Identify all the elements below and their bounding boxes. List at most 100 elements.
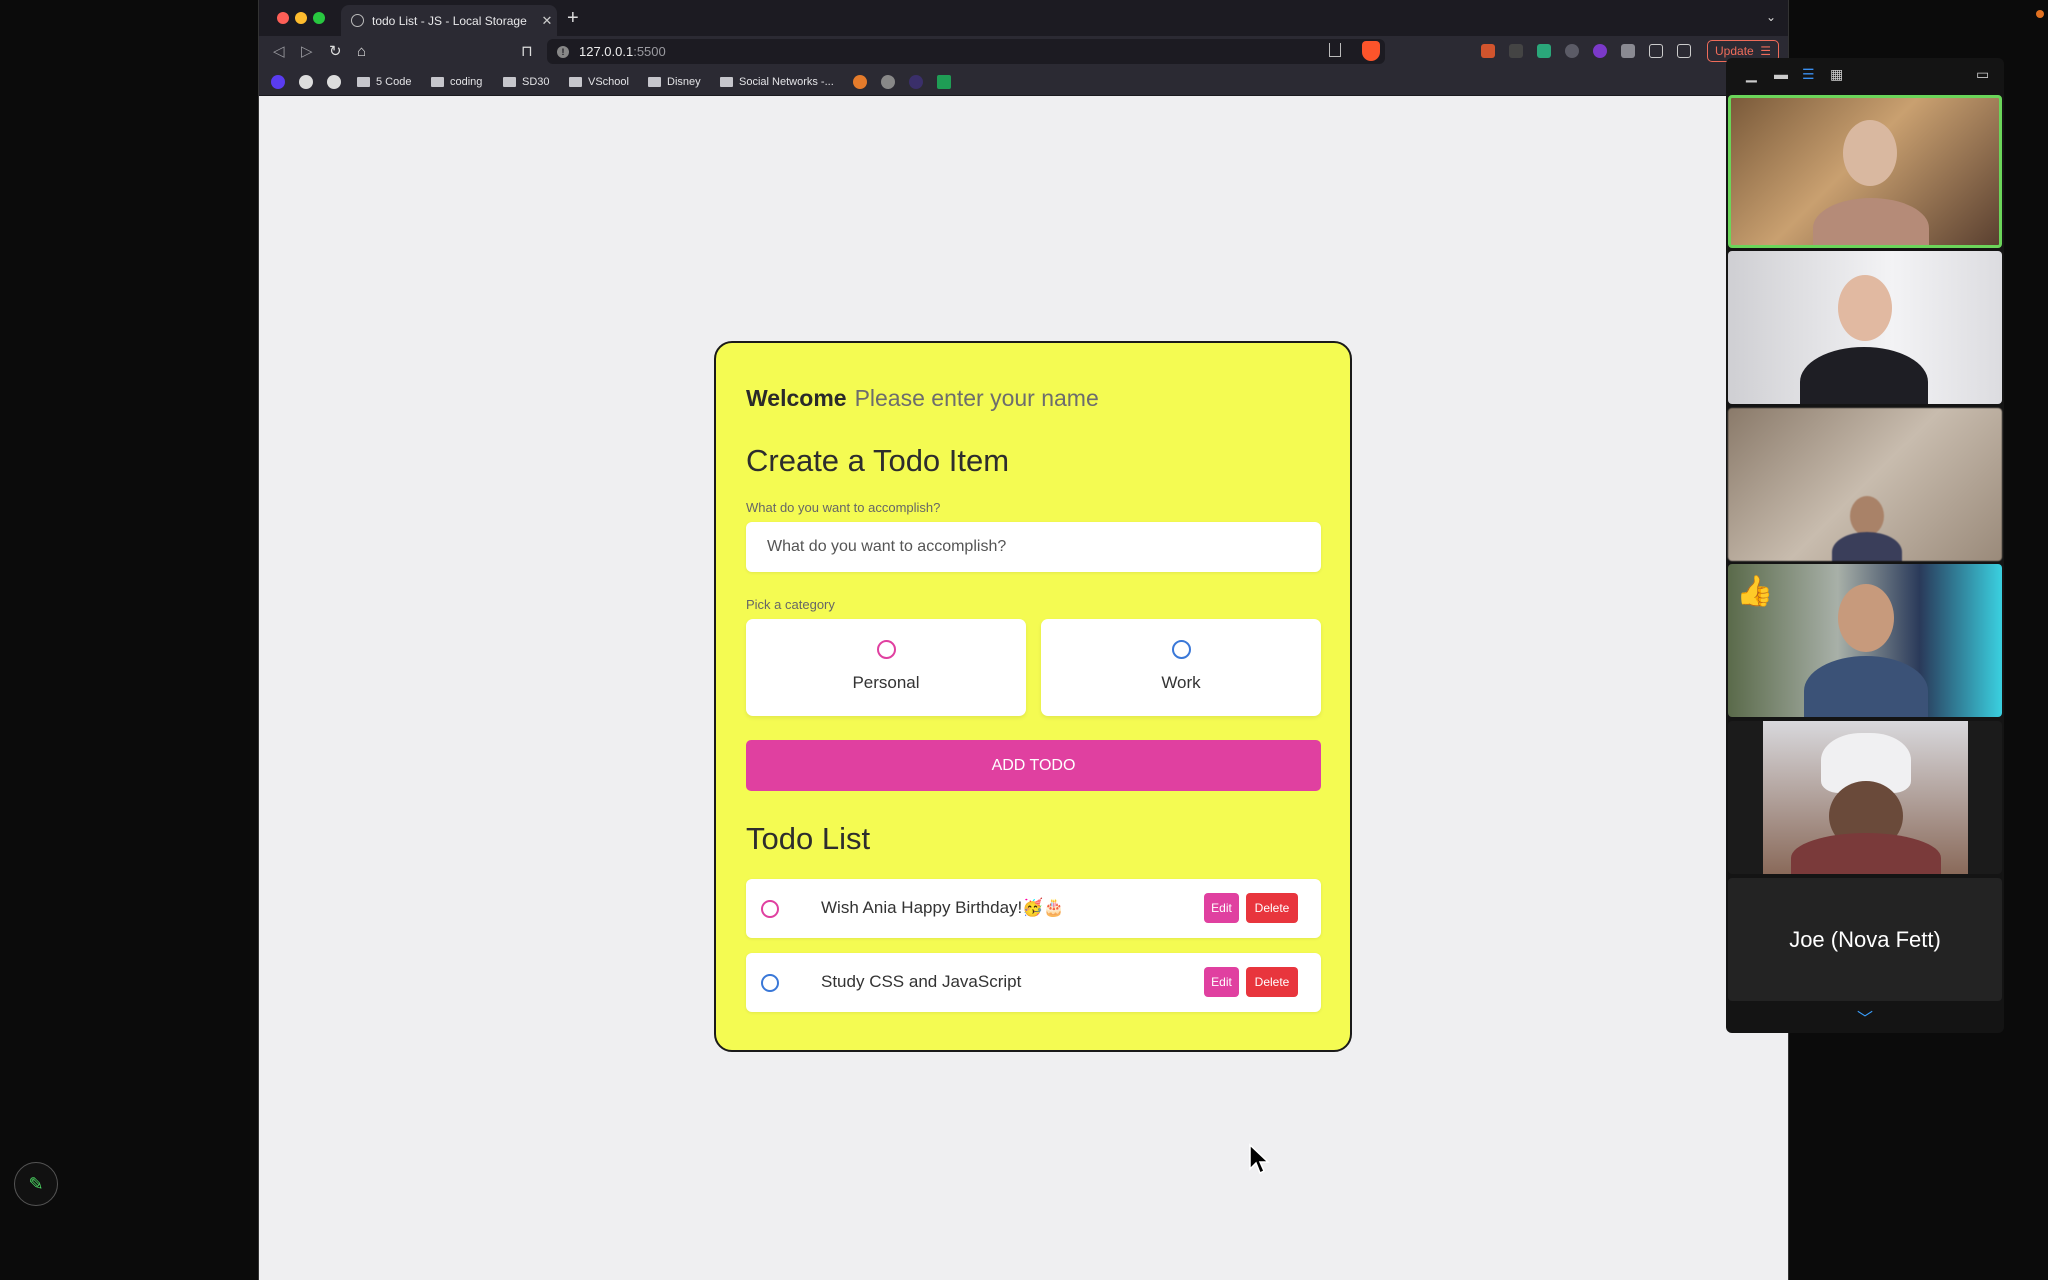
speaker-view-icon[interactable]: ▬ — [1774, 67, 1788, 81]
radio-work[interactable] — [1171, 640, 1191, 659]
pen-icon[interactable]: ✎ — [14, 1162, 58, 1206]
delete-button[interactable]: Delete — [1246, 967, 1298, 997]
participant-body — [1832, 532, 1902, 561]
todo-checkbox[interactable] — [761, 900, 779, 918]
category-personal-label: Personal — [852, 673, 920, 692]
back-icon[interactable]: ◁ — [273, 42, 285, 62]
todo-card: Welcome Create a Todo Item What do you w… — [714, 341, 1352, 1052]
participant-video[interactable] — [1728, 721, 2002, 874]
participant-video-speaker[interactable] — [1728, 95, 2002, 248]
bookmark-favicon[interactable] — [271, 75, 285, 89]
category-personal[interactable]: Personal — [746, 619, 1026, 716]
category-work[interactable]: Work — [1041, 619, 1321, 716]
participant-name: Joe (Nova Fett) — [1789, 926, 1941, 952]
share-icon[interactable] — [1329, 43, 1341, 57]
extension-icon[interactable] — [1565, 44, 1579, 58]
chevron-down-icon[interactable]: ﹀ — [1857, 1005, 1873, 1029]
bookmarks-bar: 5 Code coding SD30 VSchool Disney Social… — [259, 68, 1788, 96]
menu-icon: ☰ — [1760, 44, 1771, 58]
extension-icon[interactable] — [1509, 44, 1523, 58]
browser-window: todo List - JS - Local Storage ✕ + ⌄ ◁ ▷… — [258, 0, 1789, 1280]
address-bar[interactable]: ! 127.0.0.1:5500 — [547, 39, 1385, 64]
minimize-window-button[interactable] — [295, 12, 307, 24]
brave-shield-icon[interactable] — [1362, 41, 1380, 61]
accomplish-label: What do you want to accomplish? — [746, 500, 941, 515]
participant-video[interactable] — [1728, 408, 2002, 561]
todo-input[interactable] — [746, 522, 1321, 572]
edit-button[interactable]: Edit — [1204, 967, 1239, 997]
bookmark-folder[interactable]: Disney — [648, 76, 701, 88]
github-icon[interactable] — [327, 75, 341, 89]
home-icon[interactable]: ⌂ — [357, 42, 366, 62]
desktop: todo List - JS - Local Storage ✕ + ⌄ ◁ ▷… — [0, 0, 2048, 1280]
browser-toolbar: ◁ ▷ ↻ ⌂ ⊓ ! 127.0.0.1:5500 Update ☰ — [259, 36, 1788, 68]
create-title: Create a Todo Item — [746, 443, 1010, 478]
welcome-label: Welcome — [746, 385, 847, 411]
tab-strip: todo List - JS - Local Storage ✕ + ⌄ — [259, 0, 1788, 36]
participant-face — [1843, 120, 1897, 186]
bookmark-folder[interactable]: Social Networks -... — [720, 76, 834, 88]
todo-item: Wish Ania Happy Birthday!🥳🎂 Edit Delete — [746, 879, 1321, 938]
participant-body — [1813, 198, 1929, 245]
tab-title: todo List - JS - Local Storage — [372, 13, 527, 28]
close-tab-icon[interactable]: ✕ — [537, 13, 557, 29]
thumbs-up-reaction-icon: 👍 — [1736, 575, 1774, 608]
update-label: Update — [1715, 44, 1754, 58]
mouse-cursor-icon — [1249, 1143, 1270, 1175]
category-label: Pick a category — [746, 597, 835, 612]
bookmark-icon[interactable]: ⊓ — [521, 42, 533, 62]
participant-face — [1838, 584, 1894, 652]
category-work-label: Work — [1161, 673, 1201, 692]
maximize-window-button[interactable] — [313, 12, 325, 24]
extension-icon[interactable] — [1537, 44, 1551, 58]
chevron-down-icon[interactable]: ⌄ — [1766, 10, 1776, 24]
extension-icon[interactable] — [1481, 44, 1495, 58]
participant-video[interactable]: 👍 — [1728, 564, 2002, 717]
participant-body — [1800, 347, 1928, 404]
bookmark-folder[interactable]: VSchool — [569, 76, 629, 88]
browser-tab[interactable]: todo List - JS - Local Storage ✕ — [341, 5, 557, 36]
delete-button[interactable]: Delete — [1246, 893, 1298, 923]
folder-icon — [357, 77, 370, 87]
bookmark-folder[interactable]: SD30 — [503, 76, 550, 88]
globe-icon — [351, 14, 364, 27]
video-panel-toolbar: ▁ ▬ ☰ ▦ ▭ — [1726, 58, 2004, 92]
todo-list-title: Todo List — [746, 821, 871, 856]
sidebar-icon[interactable] — [1649, 44, 1663, 58]
strip-view-icon[interactable]: ☰ — [1802, 67, 1815, 81]
sheets-icon[interactable] — [937, 75, 951, 89]
participant-name-tile[interactable]: Joe (Nova Fett) — [1728, 878, 2002, 1001]
forward-icon[interactable]: ▷ — [301, 42, 313, 62]
bookmark-folder[interactable]: coding — [431, 76, 482, 88]
puzzle-icon[interactable] — [1621, 44, 1635, 58]
globe-icon[interactable] — [881, 75, 895, 89]
participant-video[interactable] — [1728, 251, 2002, 404]
bookmark-folder[interactable]: 5 Code — [357, 76, 411, 88]
todo-text: Wish Ania Happy Birthday!🥳🎂 — [821, 898, 1065, 917]
add-todo-button[interactable]: ADD TODO — [746, 740, 1321, 791]
new-tab-icon[interactable]: + — [567, 8, 579, 28]
reload-icon[interactable]: ↻ — [329, 42, 342, 62]
bookmark-favicon[interactable] — [909, 75, 923, 89]
page-content: Welcome Create a Todo Item What do you w… — [259, 97, 1788, 1280]
grid-view-icon[interactable]: ▦ — [1830, 67, 1843, 81]
extension-icon[interactable] — [1593, 44, 1607, 58]
layout-icon[interactable]: ▭ — [1976, 67, 1989, 81]
edit-button[interactable]: Edit — [1204, 893, 1239, 923]
folder-icon — [569, 77, 582, 87]
site-info-icon[interactable]: ! — [557, 45, 569, 58]
wallet-icon[interactable] — [1677, 44, 1691, 58]
folder-icon — [431, 77, 444, 87]
todo-checkbox[interactable] — [761, 974, 779, 992]
folder-icon — [648, 77, 661, 87]
github-icon[interactable] — [299, 75, 313, 89]
participant-video-frame — [1763, 721, 1968, 874]
todo-item: Study CSS and JavaScript Edit Delete — [746, 953, 1321, 1012]
close-window-button[interactable] — [277, 12, 289, 24]
bookmark-favicon[interactable] — [853, 75, 867, 89]
folder-icon — [720, 77, 733, 87]
radio-personal[interactable] — [876, 640, 896, 659]
name-input[interactable] — [854, 385, 1175, 412]
minimize-icon[interactable]: ▁ — [1746, 67, 1757, 81]
participant-body — [1804, 656, 1928, 717]
